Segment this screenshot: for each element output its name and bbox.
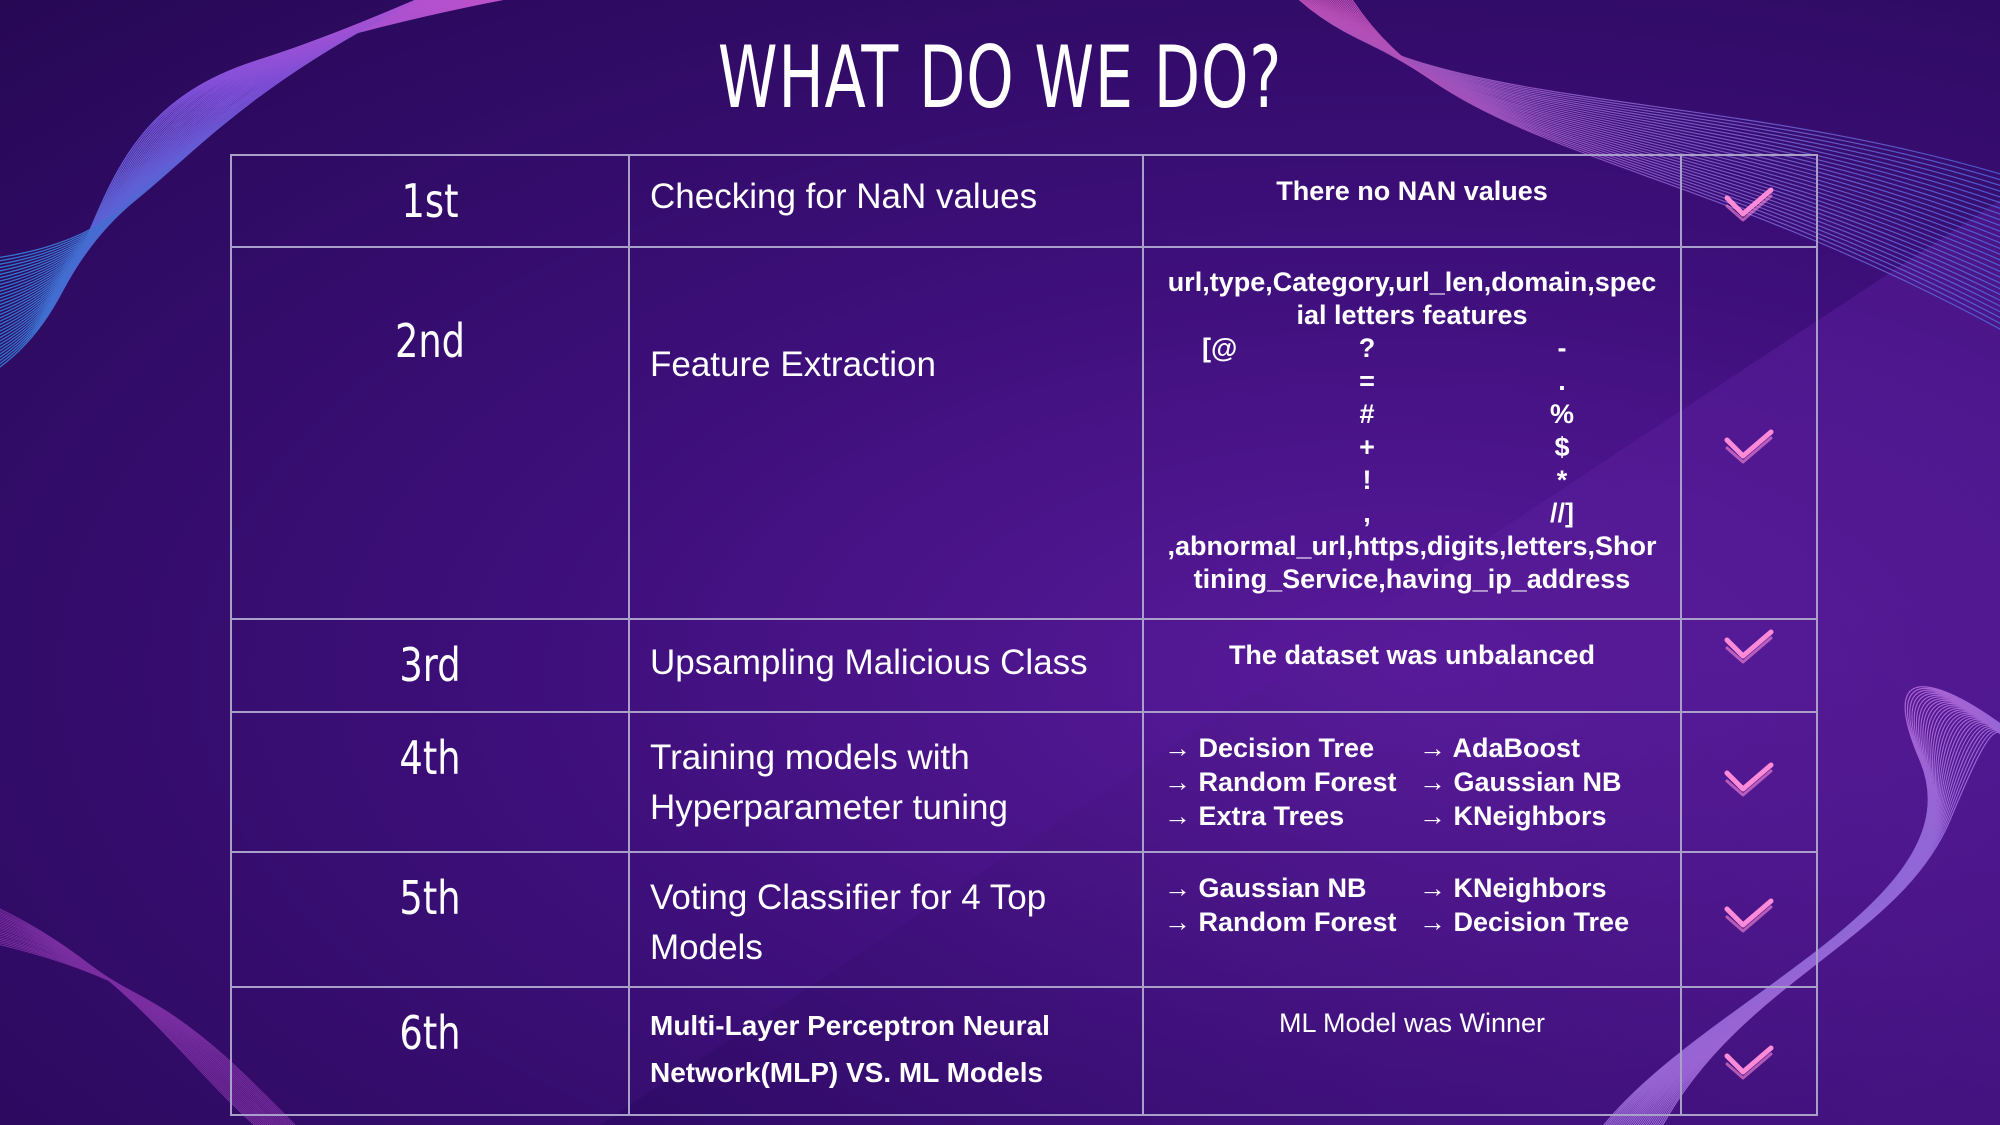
symbol [1202,431,1272,464]
step-number: 3rd [399,638,461,692]
check-icon [1724,629,1774,664]
symbol [1202,398,1272,431]
symbol: = [1359,366,1375,396]
symbol [1202,497,1272,530]
step-description-line1: Voting Classifier for 4 Top [650,878,1047,917]
model-item: → Extra Trees [1164,801,1345,831]
step-description: Feature Extraction [650,345,936,384]
symbol: % [1549,399,1574,429]
step-detail-top: url,type,Category,url_len,domain,special… [1167,267,1657,330]
symbol: $ [1554,432,1570,462]
model-item: → KNeighbors [1419,873,1607,903]
symbol [1202,464,1272,497]
model-item: → Gaussian NB [1164,873,1367,903]
step-description-line2: Models [650,928,763,967]
symbol: . [1558,366,1566,396]
check-icon [1724,898,1774,933]
step-description-line1: Multi-Layer Perceptron Neural [650,1010,1050,1041]
symbol: //] [1550,498,1574,528]
check-icon [1724,1045,1774,1080]
step-number: 4th [399,731,461,785]
step-detail: The dataset was unbalanced [1228,640,1596,670]
step-number: 5th [399,871,461,925]
step-number: 2nd [394,314,466,368]
check-icon [1724,762,1774,797]
model-item: → Random Forest [1164,907,1397,937]
step-number: 1st [401,174,459,228]
step-description-line1: Training models with [650,738,970,777]
step-number: 6th [399,1006,461,1060]
model-item: → Random Forest [1164,767,1397,797]
table-row: 6th Multi-Layer Perceptron Neural Networ… [230,986,1818,1116]
symbol: * [1556,465,1568,495]
symbol: + [1359,432,1375,462]
check-icon [1724,187,1774,222]
model-item: → AdaBoost [1419,733,1580,763]
table-row: 1st Checking for NaN values There no NAN… [230,154,1818,248]
page-title: WHAT DO WE DO? [717,28,1283,128]
symbol: ! [1362,465,1372,495]
table-row: 2nd Feature Extraction url,type,Category… [230,246,1818,620]
model-item: → KNeighbors [1419,801,1607,831]
step-description-line2: Network(MLP) VS. ML Models [650,1057,1044,1088]
symbol: ? [1358,333,1376,363]
step-description: Upsampling Malicious Class [650,643,1088,682]
step-description-line2: Hyperparameter tuning [650,788,1008,827]
step-description: Checking for NaN values [650,177,1038,216]
model-list: → Gaussian NB → KNeighbors → Random Fores… [1144,853,1680,939]
step-detail: There no NAN values [1276,176,1548,206]
table-row: 5th Voting Classifier for 4 Top Models →… [230,851,1818,988]
model-item: → Decision Tree [1164,733,1375,763]
symbol: [@ [1202,333,1238,363]
steps-table: 1st Checking for NaN values There no NAN… [230,154,1818,1116]
symbol: - [1557,333,1567,363]
table-row: 4th Training models with Hyperparameter … [230,711,1818,853]
model-item: → Decision Tree [1419,907,1630,937]
symbol [1202,365,1272,398]
symbol: , [1363,498,1371,528]
model-list: → Decision Tree → AdaBoost → Random Fores… [1144,713,1680,833]
symbol-list: [@? - =. #% + $ ! * , //] [1202,332,1680,530]
check-icon [1724,429,1774,464]
step-detail-bottom: ,abnormal_url,https,digits,letters,Short… [1167,531,1657,594]
model-item: → Gaussian NB [1419,767,1622,797]
step-detail: ML Model was Winner [1278,1008,1546,1038]
table-row: 3rd Upsampling Malicious Class The datas… [230,618,1818,713]
symbol: # [1359,399,1375,429]
